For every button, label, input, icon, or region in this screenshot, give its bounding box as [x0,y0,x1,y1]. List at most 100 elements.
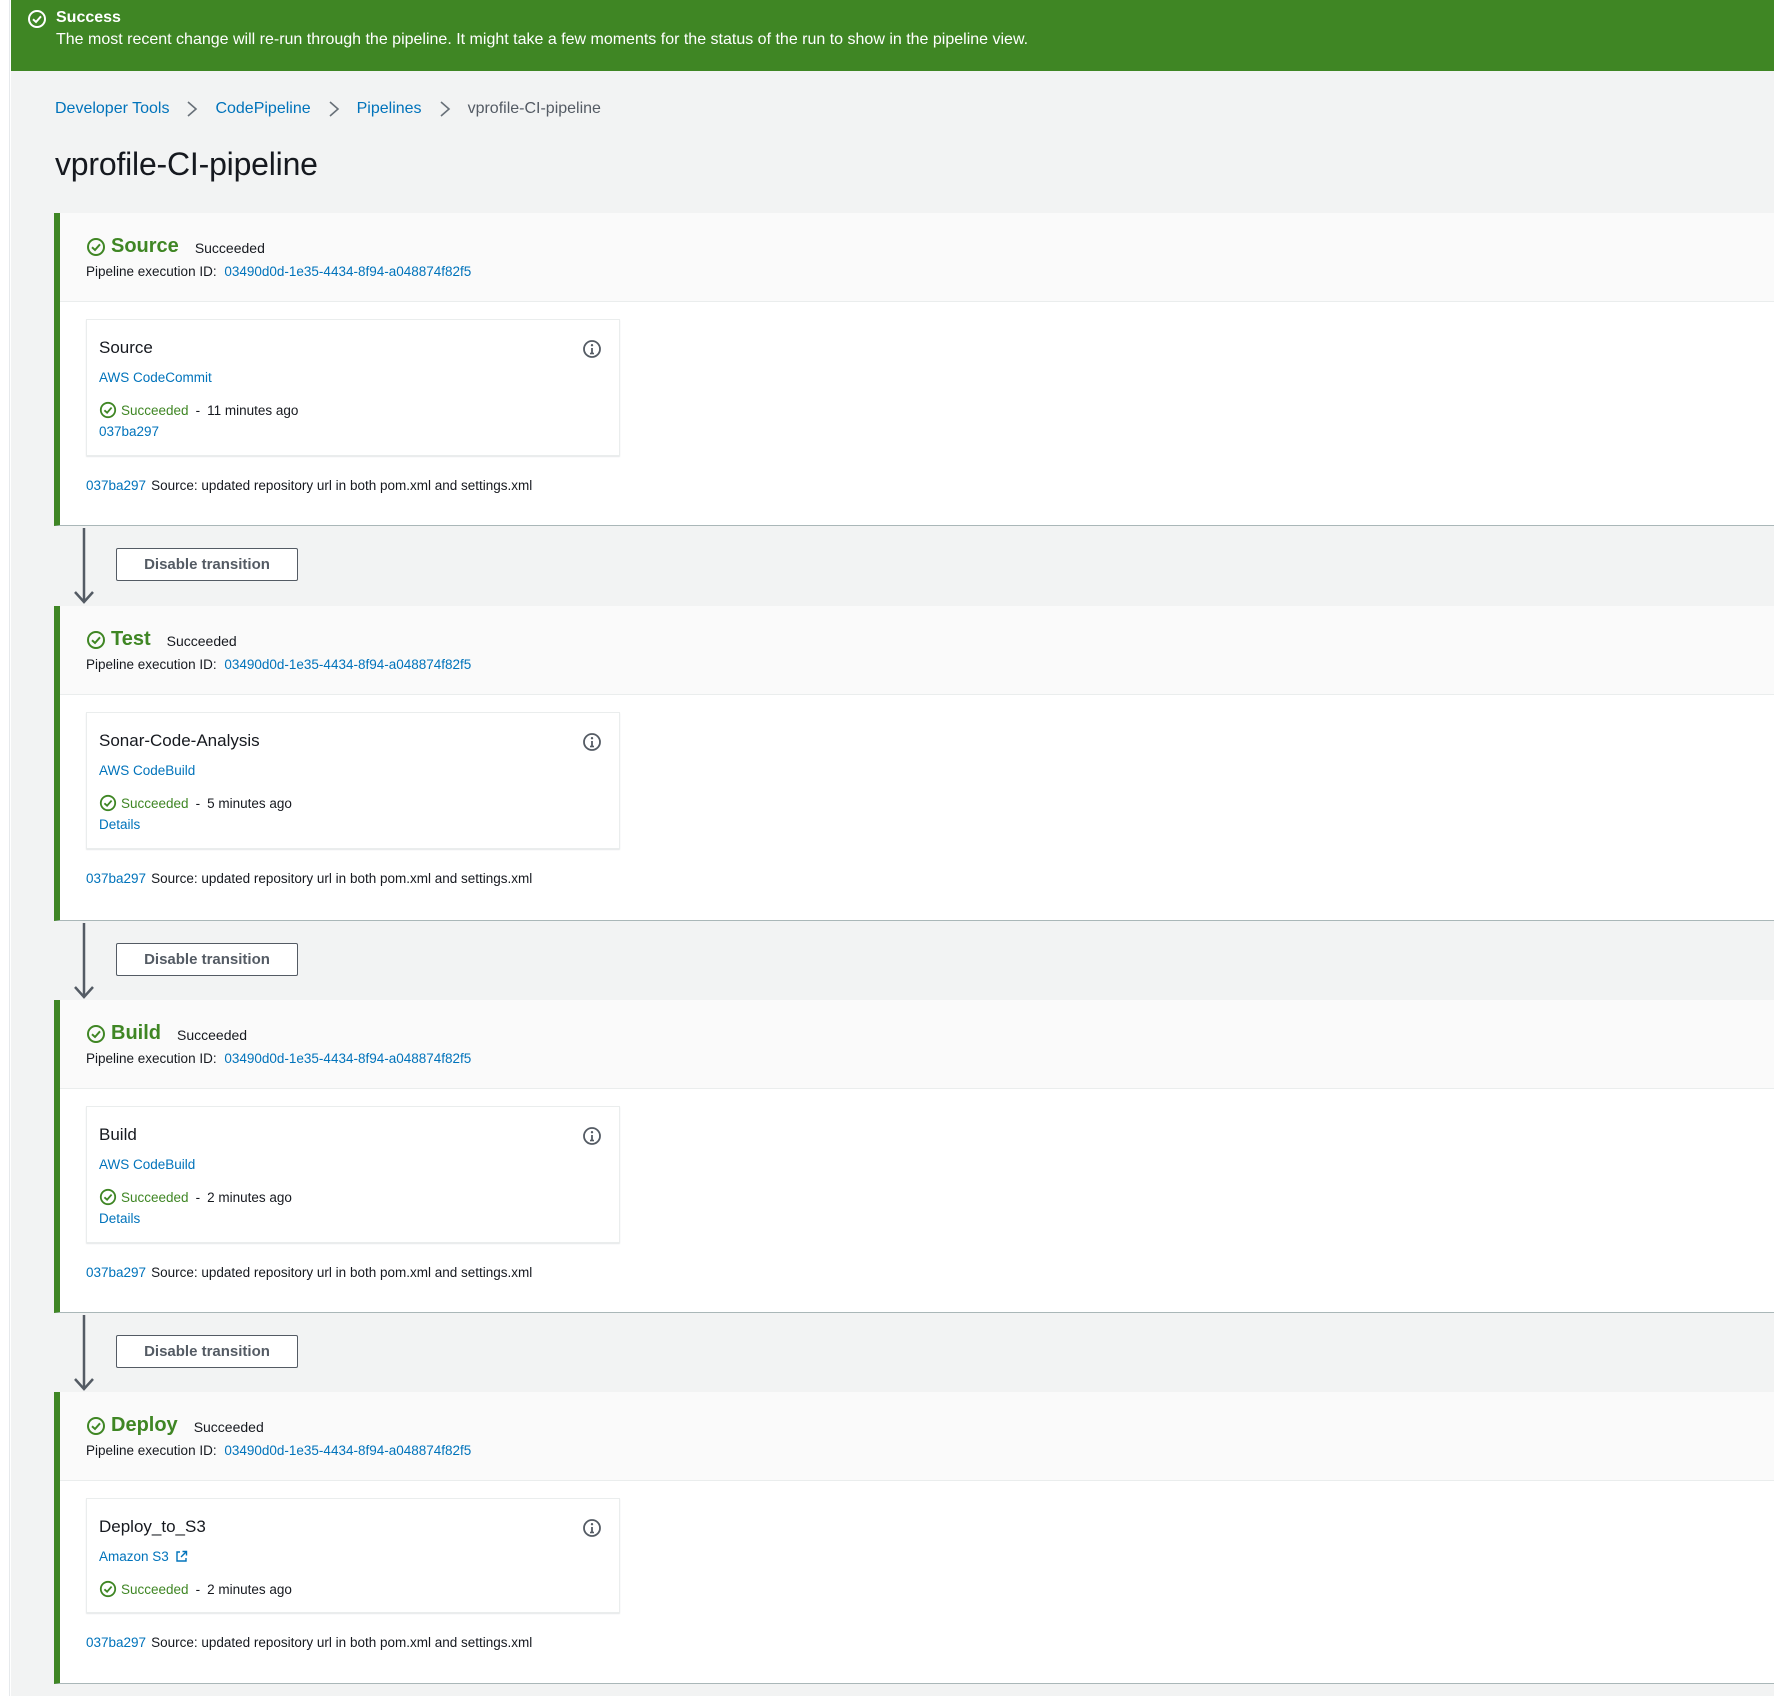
arrow-down-icon [74,923,94,999]
provider-label: Amazon S3 [99,1549,169,1564]
action-provider-link[interactable]: AWS CodeBuild [99,763,195,778]
check-circle-icon [99,1188,117,1206]
stage-header: Source Succeeded Pipeline execution ID: … [60,213,1774,302]
execution-id-label: Pipeline execution ID: [86,264,217,279]
stage-header: Test Succeeded Pipeline execution ID: 03… [60,606,1774,695]
stage-name: Deploy [111,1414,178,1436]
revision-text: Source: updated repository url in both p… [151,871,533,886]
revision-row: 037ba297 Source: updated repository url i… [86,871,532,886]
pipeline-execution-row: Pipeline execution ID: 03490d0d-1e35-443… [86,1443,471,1458]
revision-text: Source: updated repository url in both p… [151,478,533,493]
stage-success-icon [87,1416,105,1435]
info-icon[interactable] [582,339,602,359]
success-flashbar: Success The most recent change will re-r… [11,0,1774,71]
action-provider-link[interactable]: Amazon S3 [99,1549,188,1564]
page: Success The most recent change will re-r… [11,0,1774,1696]
action-name: Sonar-Code-Analysis [99,731,260,750]
action-time: 2 minutes ago [207,1581,292,1597]
revision-link[interactable]: 037ba297 [86,1635,146,1650]
stage-header: Build Succeeded Pipeline execution ID: 0… [60,1000,1774,1089]
stage-success-icon [87,1024,105,1043]
execution-id-label: Pipeline execution ID: [86,657,217,672]
stage-success-icon [87,630,105,649]
flash-message: The most recent change will re-run throu… [56,31,1029,48]
disable-transition-button[interactable]: Disable transition [116,1335,298,1368]
stage-success-icon [87,237,105,256]
check-circle-icon [99,794,117,812]
action-status: Succeeded - 2 minutes ago [99,1580,292,1598]
action-time: 2 minutes ago [207,1189,292,1205]
chevron-right-icon [432,99,458,119]
chevron-right-icon [179,99,205,119]
check-circle-icon [28,10,46,28]
action-name: Build [99,1125,137,1144]
revision-link[interactable]: 037ba297 [86,871,146,886]
execution-id-label: Pipeline execution ID: [86,1443,217,1458]
action-commit-link[interactable]: 037ba297 [99,424,159,439]
status-separator: - [195,1581,201,1597]
revision-text: Source: updated repository url in both p… [151,1265,533,1280]
action-provider-link[interactable]: AWS CodeCommit [99,370,212,385]
action-card: Build AWS CodeBuild Succeeded - 2 minute… [86,1106,620,1243]
stage-test: Test Succeeded Pipeline execution ID: 03… [54,606,1774,921]
transition: Disable transition [54,526,1774,606]
action-provider-link[interactable]: AWS CodeBuild [99,1157,195,1172]
pipeline-execution-row: Pipeline execution ID: 03490d0d-1e35-443… [86,264,471,279]
chevron-right-icon [321,99,347,119]
stage-status: Succeeded [194,240,265,256]
status-separator: - [195,1189,201,1205]
action-details-link[interactable]: Details [99,1211,140,1226]
action-details-link[interactable]: Details [99,817,140,832]
stage-status: Succeeded [193,1419,264,1435]
page-title: vprofile-CI-pipeline [55,146,318,182]
revision-link[interactable]: 037ba297 [86,478,146,493]
pipeline-execution-row: Pipeline execution ID: 03490d0d-1e35-443… [86,1051,471,1066]
action-card: Source AWS CodeCommit Succeeded - 11 min… [86,319,620,456]
breadcrumb: Developer Tools CodePipeline Pipelines v… [55,99,601,119]
action-status: Succeeded - 5 minutes ago [99,794,292,812]
revision-row: 037ba297 Source: updated repository url i… [86,1635,532,1650]
revision-link[interactable]: 037ba297 [86,1265,146,1280]
revision-row: 037ba297 Source: updated repository url i… [86,478,532,493]
stage-build: Build Succeeded Pipeline execution ID: 0… [54,1000,1774,1313]
stage-status: Succeeded [177,1027,248,1043]
stage-name: Test [111,628,151,650]
action-status-text: Succeeded [121,795,189,811]
info-icon[interactable] [582,732,602,752]
breadcrumb-developer-tools[interactable]: Developer Tools [55,100,169,118]
disable-transition-button[interactable]: Disable transition [116,943,298,976]
pipeline-execution-row: Pipeline execution ID: 03490d0d-1e35-443… [86,657,471,672]
stage-deploy: Deploy Succeeded Pipeline execution ID: … [54,1392,1774,1684]
execution-id-link[interactable]: 03490d0d-1e35-4434-8f94-a048874f82f5 [224,264,471,279]
transition: Disable transition [54,1313,1774,1393]
action-status-text: Succeeded [121,402,189,418]
action-status-text: Succeeded [121,1581,189,1597]
action-name: Source [99,338,153,357]
execution-id-link[interactable]: 03490d0d-1e35-4434-8f94-a048874f82f5 [224,1051,471,1066]
execution-id-link[interactable]: 03490d0d-1e35-4434-8f94-a048874f82f5 [224,1443,471,1458]
arrow-down-icon [74,1315,94,1391]
info-icon[interactable] [582,1126,602,1146]
transition: Disable transition [54,921,1774,1001]
stage-name: Source [111,235,179,257]
breadcrumb-codepipeline[interactable]: CodePipeline [215,100,310,118]
action-time: 11 minutes ago [207,402,299,418]
check-circle-icon [99,401,117,419]
status-separator: - [195,402,201,418]
arrow-down-icon [74,528,94,604]
check-circle-icon [99,1580,117,1598]
execution-id-link[interactable]: 03490d0d-1e35-4434-8f94-a048874f82f5 [224,657,471,672]
action-status: Succeeded - 2 minutes ago [99,1188,292,1206]
provider-label: AWS CodeCommit [99,370,212,385]
disable-transition-button[interactable]: Disable transition [116,548,298,581]
external-link-icon [176,1550,187,1562]
stage-name: Build [111,1022,161,1044]
action-status-text: Succeeded [121,1189,189,1205]
breadcrumb-pipelines[interactable]: Pipelines [357,100,422,118]
action-time: 5 minutes ago [207,795,292,811]
info-icon[interactable] [582,1518,602,1538]
stage-header: Deploy Succeeded Pipeline execution ID: … [60,1392,1774,1481]
revision-text: Source: updated repository url in both p… [151,1635,533,1650]
stage-status: Succeeded [166,633,237,649]
action-name: Deploy_to_S3 [99,1517,206,1536]
